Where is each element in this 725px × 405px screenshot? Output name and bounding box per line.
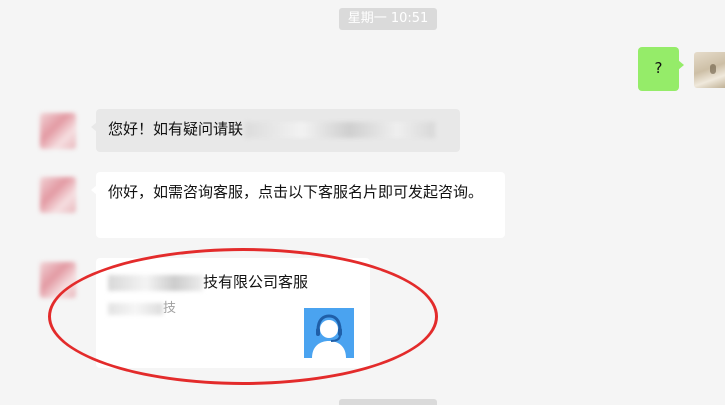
contact-avatar[interactable] [40, 113, 76, 149]
incoming-message-bubble[interactable]: 您好！如有疑问请联 [91, 109, 460, 152]
incoming-message-text: 您好！如有疑问请联 [108, 120, 244, 138]
contact-card-name: 技有限公司客服 [108, 271, 308, 293]
outgoing-message-text: ? [654, 59, 663, 77]
redacted-company-prefix [108, 274, 203, 291]
contact-card-subtitle: 技 [108, 300, 176, 318]
contact-avatar[interactable] [40, 262, 76, 298]
contact-avatar[interactable] [40, 177, 76, 213]
chat-timestamp: 星期一 10:51 [339, 8, 437, 30]
redacted-subtitle-prefix [108, 302, 163, 315]
incoming-message-bubble[interactable]: 你好，如需咨询客服，点击以下客服名片即可发起咨询。 [91, 172, 505, 238]
redacted-phone [245, 121, 436, 138]
next-timestamp-partial [339, 399, 437, 405]
self-avatar[interactable] [694, 52, 725, 88]
contact-card-name-text: 技有限公司客服 [203, 273, 309, 291]
customer-service-headset-icon [304, 308, 354, 358]
outgoing-message-bubble[interactable]: ? [638, 47, 684, 91]
incoming-message-text: 你好，如需咨询客服，点击以下客服名片即可发起咨询。 [108, 183, 484, 201]
contact-card[interactable]: 技有限公司客服 技 [96, 258, 370, 368]
contact-card-subtitle-text: 技 [163, 301, 177, 316]
